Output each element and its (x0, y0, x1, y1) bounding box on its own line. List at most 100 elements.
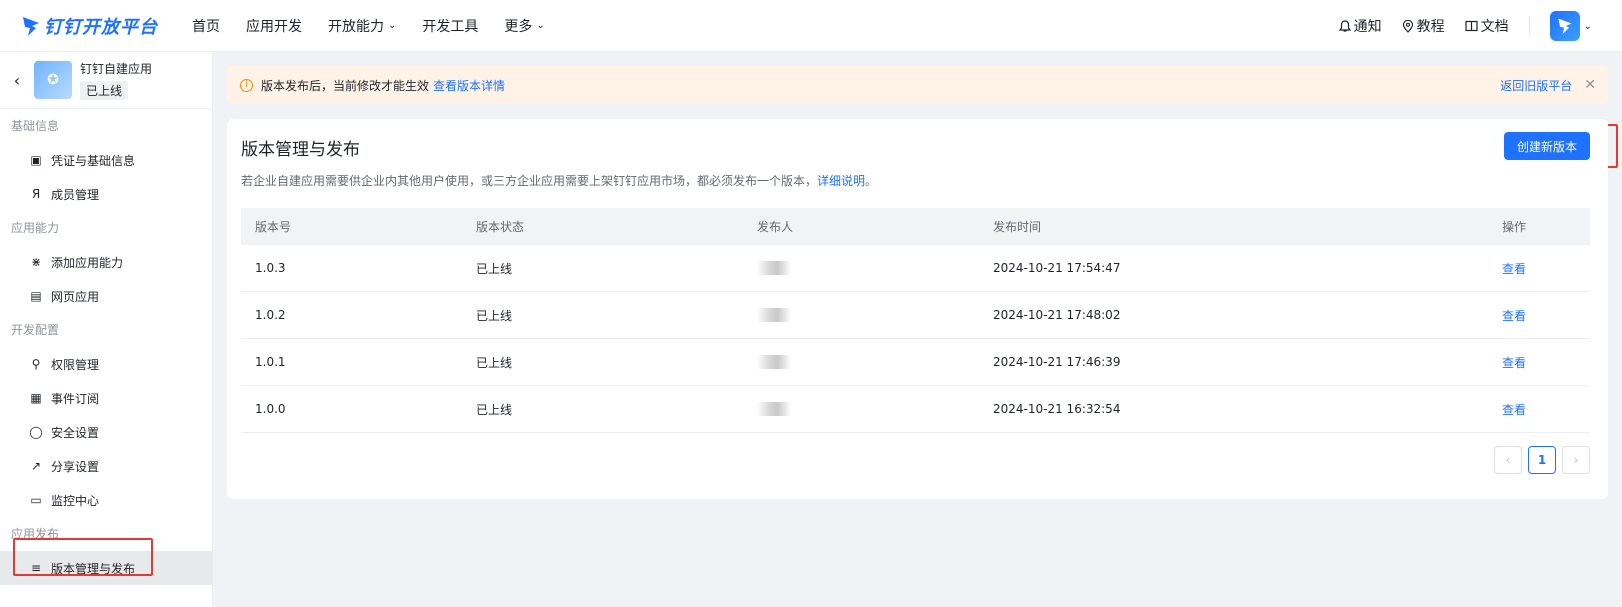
details-link[interactable]: 详细说明 (817, 174, 865, 188)
sidebar-group-title: 应用发布 (11, 527, 60, 541)
brand-logo[interactable]: 钉钉开放平台 (22, 13, 172, 39)
dingtalk-logo-icon (23, 16, 39, 36)
view-link[interactable]: 查看 (1502, 262, 1526, 276)
table-header: 版本号 版本状态 发布人 发布时间 操作 (241, 208, 1590, 245)
main-nav: 首页 应用开发 开放能力 ⌄ 开发工具 更多 ⌄ (192, 16, 571, 36)
redacted-publisher (757, 308, 791, 323)
nav-item-app-dev[interactable]: 应用开发 (246, 16, 302, 36)
nav-label: 开放能力 (328, 18, 384, 35)
user-menu[interactable]: ⌄ (1549, 11, 1592, 41)
layers-icon: ≡ (30, 561, 42, 575)
sidebar-item-version-release[interactable]: ≡ 版本管理与发布 (0, 551, 212, 585)
event-icon: ▦ (30, 391, 42, 405)
sidebar-item-label: 成员管理 (51, 187, 100, 202)
create-new-version-button[interactable]: 创建新版本 (1504, 132, 1590, 160)
docs-label: 文档 (1480, 19, 1509, 35)
chevron-down-icon: ⌄ (388, 20, 397, 31)
nav-label: 首页 (192, 18, 220, 35)
dingtalk-avatar-icon (1558, 18, 1572, 35)
app-header: ‹ ✪ 钉钉自建应用 已上线 (0, 52, 212, 109)
column-header-action: 操作 (1502, 220, 1527, 234)
sidebar-item-label: 事件订阅 (51, 391, 100, 406)
back-arrow-icon[interactable]: ‹ (0, 71, 34, 90)
pagination: ‹ 1 › (1488, 446, 1590, 474)
sidebar-item-label: 添加应用能力 (51, 255, 124, 270)
info-icon: i (240, 78, 253, 92)
apps-icon: ⋇ (30, 255, 42, 269)
webpage-icon: ▤ (30, 289, 42, 303)
version-cell: 1.0.3 (255, 261, 286, 275)
view-link[interactable]: 查看 (1502, 309, 1526, 323)
nav-item-more[interactable]: 更多 ⌄ (504, 16, 544, 36)
table-row: 1.0.0 已上线 2024-10-21 16:32:54 查看 (241, 386, 1590, 433)
sidebar-group-title: 应用能力 (11, 221, 60, 235)
publisher-cell (757, 355, 993, 370)
top-right-actions: 通知 教程 文档 ⌄ (1338, 0, 1622, 52)
docs-link[interactable]: 文档 (1465, 16, 1509, 36)
nav-item-open-capabilities[interactable]: 开放能力 ⌄ (328, 16, 396, 36)
sidebar-item-members[interactable]: Я 成员管理 (0, 177, 212, 211)
credential-icon: ▣ (30, 153, 42, 167)
notice-text: 版本发布后，当前修改才能生效 (261, 78, 430, 93)
table-row: 1.0.1 已上线 2024-10-21 17:46:39 查看 (241, 339, 1590, 386)
view-link[interactable]: 查看 (1502, 356, 1526, 370)
chevron-right-icon: › (1573, 453, 1579, 467)
version-cell: 1.0.1 (255, 355, 286, 369)
sidebar-item-monitor[interactable]: ▭ 监控中心 (0, 483, 212, 517)
app-icon: ✪ (34, 61, 72, 99)
sidebar-item-web-app[interactable]: ▤ 网页应用 (0, 279, 212, 313)
sidebar-item-events[interactable]: ▦ 事件订阅 (0, 381, 212, 415)
page-title: 版本管理与发布 (241, 140, 360, 160)
sidebar-item-credentials[interactable]: ▣ 凭证与基础信息 (0, 143, 212, 177)
view-link[interactable]: 查看 (1502, 403, 1526, 417)
action-cell: 查看 (1502, 307, 1590, 324)
view-version-details-link[interactable]: 查看版本详情 (433, 77, 505, 94)
app-name: 钉钉自建应用 (80, 62, 153, 76)
sidebar-item-share[interactable]: ↗ 分享设置 (0, 449, 212, 483)
status-cell: 已上线 (476, 261, 513, 276)
status-cell: 已上线 (476, 402, 513, 417)
sidebar-item-add-capability[interactable]: ⋇ 添加应用能力 (0, 245, 212, 279)
sidebar-item-label: 权限管理 (51, 357, 100, 372)
page-number-button[interactable]: 1 (1528, 446, 1556, 474)
chevron-down-icon: ⌄ (1583, 20, 1592, 32)
book-icon (1465, 20, 1478, 32)
notify-label: 通知 (1353, 19, 1382, 35)
nav-item-home[interactable]: 首页 (192, 16, 220, 36)
sidebar-item-security[interactable]: ◯ 安全设置 (0, 415, 212, 449)
column-header-status: 版本状态 (476, 220, 525, 234)
next-page-button[interactable]: › (1562, 446, 1590, 474)
share-icon: ↗ (30, 459, 42, 473)
sidebar-item-label: 凭证与基础信息 (51, 153, 136, 168)
sidebar-item-label: 版本管理与发布 (51, 561, 136, 576)
nav-item-dev-tools[interactable]: 开发工具 (422, 16, 478, 36)
notice-actions: 返回旧版平台 ✕ (1500, 77, 1596, 94)
sidebar-item-permissions[interactable]: ⚲ 权限管理 (0, 347, 212, 381)
notify-link[interactable]: 通知 (1338, 16, 1382, 36)
nav-label: 更多 (504, 18, 533, 35)
time-cell: 2024-10-21 16:32:54 (993, 402, 1121, 416)
table-row: 1.0.3 已上线 2024-10-21 17:54:47 查看 (241, 245, 1590, 292)
redacted-publisher (757, 261, 791, 276)
sidebar-group-title: 开发配置 (11, 323, 60, 337)
sidebar-item-label: 网页应用 (51, 289, 100, 304)
version-cell: 1.0.0 (255, 402, 286, 416)
map-pin-icon (1402, 19, 1413, 33)
divider (1528, 17, 1530, 35)
prev-page-button[interactable]: ‹ (1494, 446, 1522, 474)
tutorial-link[interactable]: 教程 (1402, 16, 1445, 36)
permission-icon: ⚲ (31, 357, 41, 371)
app-status-badge: 已上线 (80, 81, 129, 100)
action-cell: 查看 (1502, 260, 1590, 277)
bell-icon (1338, 19, 1351, 32)
sidebar-item-label: 安全设置 (51, 425, 100, 440)
app-info: 钉钉自建应用 已上线 (80, 60, 152, 100)
column-header-time: 发布时间 (993, 220, 1042, 234)
top-navbar: 钉钉开放平台 首页 应用开发 开放能力 ⌄ 开发工具 更多 ⌄ 通知 教程 文档 ⌄ (0, 0, 1622, 52)
back-to-old-platform-link[interactable]: 返回旧版平台 (1500, 77, 1572, 94)
nav-label: 应用开发 (246, 18, 302, 35)
version-table: 版本号 版本状态 发布人 发布时间 操作 1.0.3 已上线 2024-10-2… (241, 208, 1590, 433)
tutorial-label: 教程 (1416, 19, 1445, 35)
close-icon[interactable]: ✕ (1584, 77, 1596, 93)
member-icon: Я (31, 187, 41, 201)
